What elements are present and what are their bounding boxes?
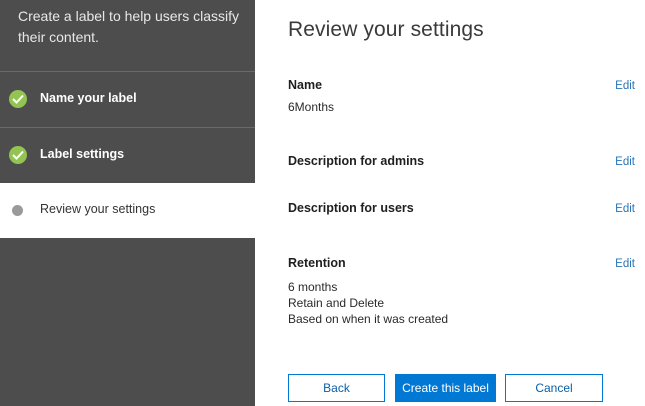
retention-basis: Based on when it was created [288,312,449,326]
step-label: Label settings [40,147,125,161]
step-label: Name your label [40,91,137,105]
name-heading: Name [288,78,323,92]
dot-icon [12,205,23,216]
retention-period: 6 months [288,280,338,294]
checkmark-icon [9,146,27,164]
edit-retention-link[interactable]: Edit [615,258,635,270]
step-label: Review your settings [40,202,156,216]
page-title: Review your settings [288,18,484,41]
wizard-sidebar: Create a label to help users classify th… [0,0,255,406]
step-review-your-settings[interactable]: Review your settings [0,183,255,238]
name-value: 6Months [288,100,335,114]
create-label-button[interactable]: Create this label [395,374,496,402]
user-description-heading: Description for users [288,201,414,215]
admin-description-heading: Description for admins [288,154,425,168]
wizard-description: Create a label to help users classify th… [18,8,239,45]
retention-action: Retain and Delete [288,296,385,310]
review-panel: Review your settings Name Edit 6Months D… [255,0,645,406]
edit-admin-description-link[interactable]: Edit [615,156,635,168]
edit-name-link[interactable]: Edit [615,80,635,92]
retention-details: 6 months Retain and Delete Based on when… [288,279,448,327]
step-name-your-label[interactable]: Name your label [0,71,255,126]
checkmark-icon [9,90,27,108]
back-button[interactable]: Back [288,374,385,402]
edit-user-description-link[interactable]: Edit [615,203,635,215]
cancel-button[interactable]: Cancel [505,374,603,402]
retention-heading: Retention [288,256,346,270]
step-label-settings[interactable]: Label settings [0,127,255,182]
